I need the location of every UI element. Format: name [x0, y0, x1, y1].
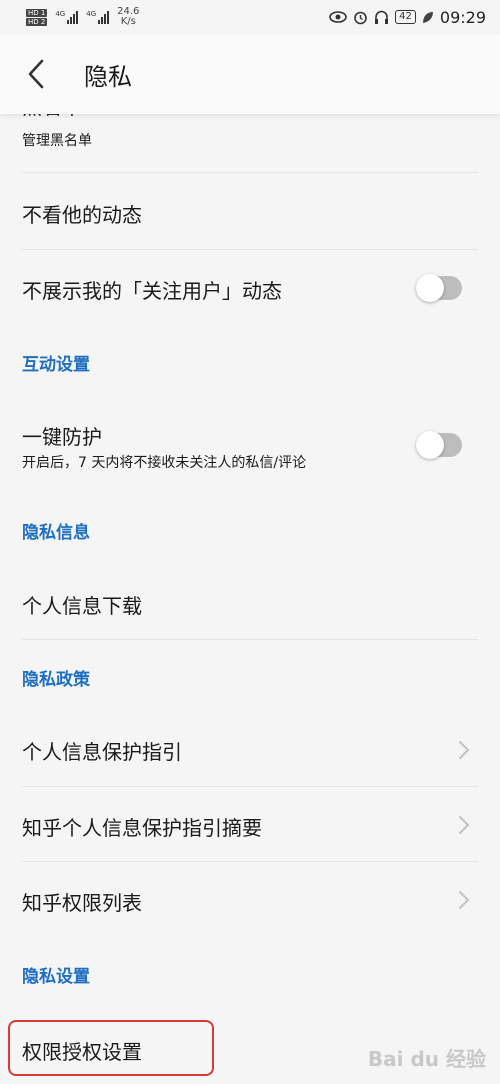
protection-guide-item[interactable]: 个人信息保护指引	[22, 736, 478, 765]
clock: 09:29	[439, 7, 486, 27]
one-click-protect-toggle[interactable]	[416, 431, 462, 459]
toggle-knob	[416, 274, 444, 302]
divider	[22, 861, 478, 862]
sim2-label: HD 2	[26, 17, 48, 26]
hide-follow-item[interactable]: 不展示我的「关注用户」动态	[22, 275, 478, 304]
alarm-icon	[354, 11, 367, 24]
network-speed: 24.6 K/s	[117, 7, 139, 27]
chevron-left-icon	[28, 59, 44, 89]
hide-follow-toggle[interactable]	[416, 274, 462, 302]
net2-label: 4G	[86, 10, 97, 18]
one-click-protect-item[interactable]: 一键防护	[22, 421, 478, 450]
chevron-right-icon	[458, 740, 470, 760]
watermark: Bai du 经验	[367, 1047, 486, 1071]
toggle-knob	[416, 431, 444, 459]
sim-indicators: HD 1 HD 2	[26, 8, 48, 26]
leaf-icon	[422, 11, 433, 23]
eye-icon	[329, 11, 347, 23]
blacklist-subtitle: 管理黑名单	[22, 133, 92, 149]
section-privacy-settings: 隐私设置	[22, 967, 90, 987]
headphones-icon	[375, 10, 389, 24]
speed-unit: K/s	[120, 16, 136, 27]
section-privacy-policy: 隐私政策	[22, 670, 90, 690]
chevron-right-icon	[458, 815, 470, 835]
net1-label: 4G	[55, 10, 66, 18]
status-left: HD 1 HD 2 4G 4G 24.6 K/s	[26, 7, 139, 27]
divider	[22, 249, 478, 250]
back-button[interactable]	[0, 34, 74, 114]
section-privacy-info: 隐私信息	[22, 523, 90, 543]
guide-summary-item[interactable]: 知乎个人信息保护指引摘要	[22, 812, 478, 841]
app-header: 隐私	[0, 34, 500, 114]
download-info-item[interactable]: 个人信息下载	[22, 590, 478, 619]
status-right: 42 09:29	[329, 8, 486, 27]
divider	[22, 786, 478, 787]
hide-activity-item[interactable]: 不看他的动态	[22, 199, 478, 228]
page-title: 隐私	[84, 62, 132, 91]
chevron-right-icon	[458, 890, 470, 910]
permissions-list-item[interactable]: 知乎权限列表	[22, 887, 478, 916]
section-interaction: 互动设置	[22, 355, 90, 375]
status-bar: HD 1 HD 2 4G 4G 24.6 K/s 42 09:29	[0, 0, 500, 34]
one-click-protect-subtitle: 开启后，7 天内将不接收未关注人的私信/评论	[22, 455, 307, 471]
divider	[22, 639, 478, 640]
signal-icon-1: 4G	[55, 10, 79, 24]
battery-icon: 42	[395, 10, 416, 24]
sim1-label: HD 1	[26, 8, 48, 17]
highlight-box	[8, 1020, 214, 1076]
divider	[22, 172, 478, 173]
signal-icon-2: 4G	[86, 10, 110, 24]
